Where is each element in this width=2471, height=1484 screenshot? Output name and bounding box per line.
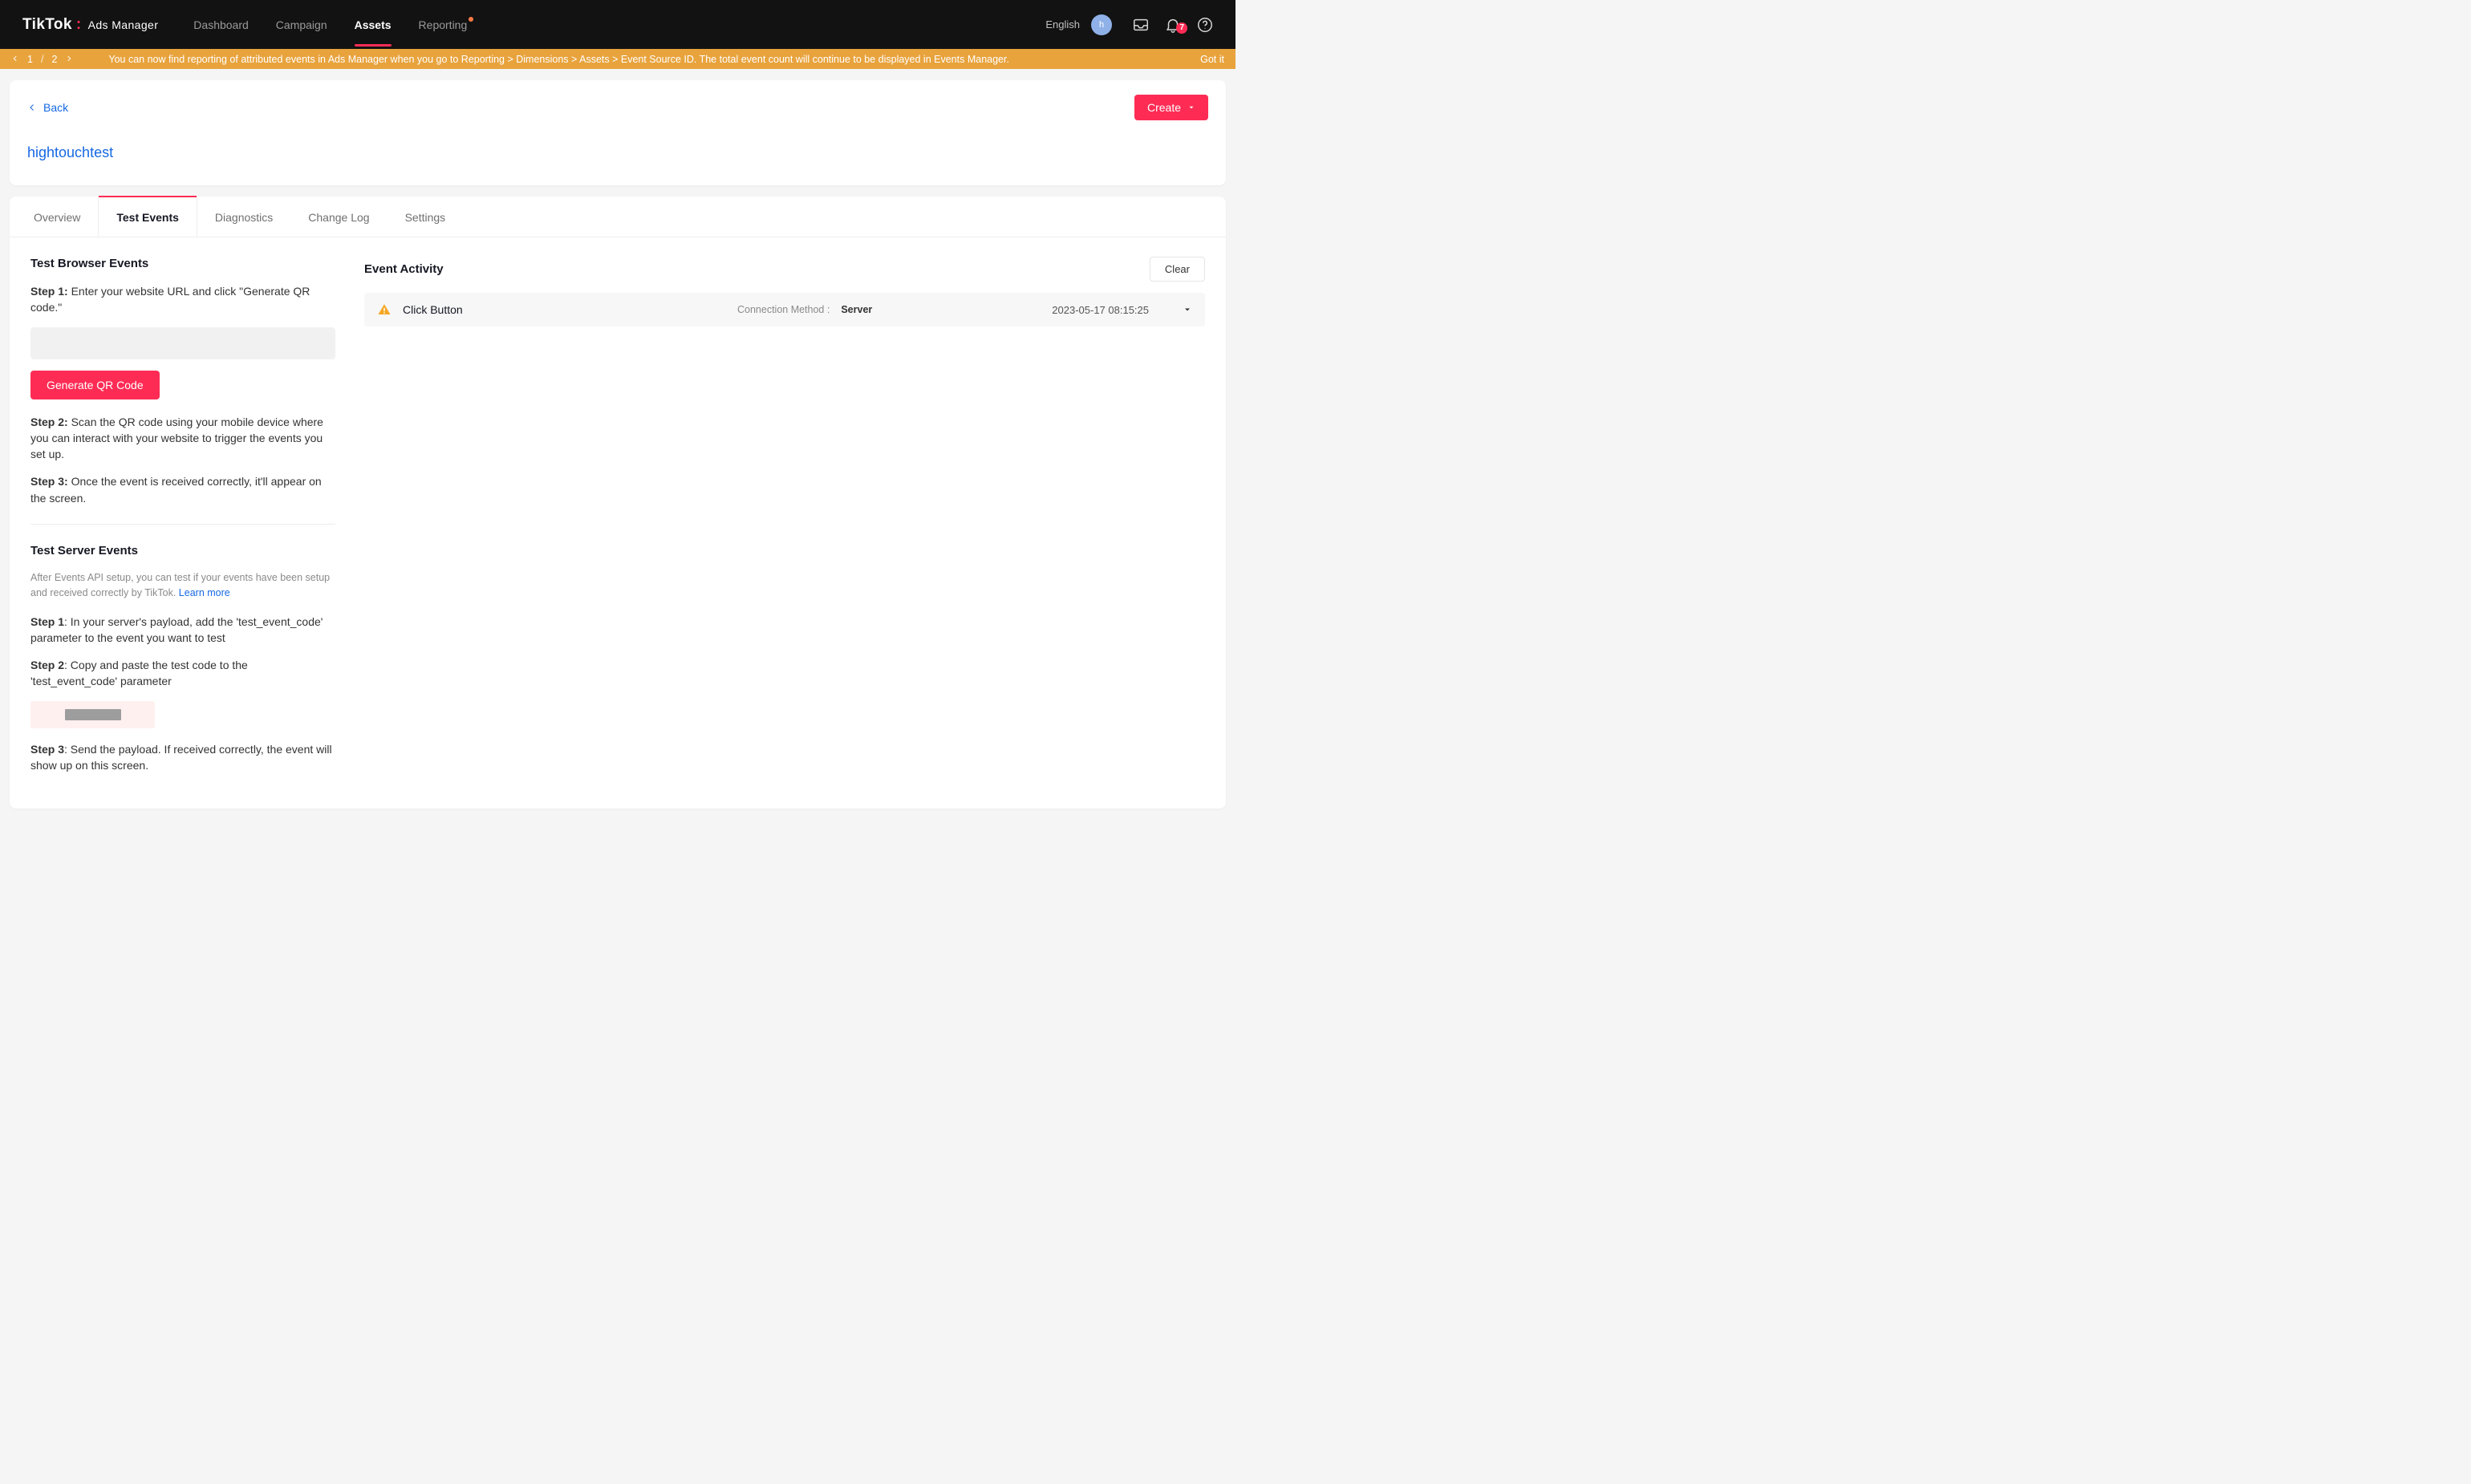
browser-step3-text: Once the event is received correctly, it… — [30, 475, 322, 504]
caret-down-icon — [1187, 103, 1195, 112]
server-section-desc: After Events API setup, you can test if … — [30, 570, 335, 601]
announcement-dismiss[interactable]: Got it — [1200, 54, 1224, 65]
browser-step3-label: Step 3: — [30, 475, 71, 488]
tab-change-log[interactable]: Change Log — [290, 197, 387, 237]
pager-next-icon[interactable] — [65, 54, 73, 65]
nav-reporting[interactable]: Reporting — [419, 14, 473, 36]
browser-step1-label: Step 1: — [30, 285, 71, 298]
server-step-3: Step 3: Send the payload. If received co… — [30, 741, 335, 774]
event-row[interactable]: Click Button Connection Method : Server … — [364, 293, 1205, 326]
nav-reporting-label: Reporting — [419, 18, 468, 31]
browser-step2-label: Step 2: — [30, 416, 71, 428]
announcement-pager: 1 / 2 — [11, 54, 73, 65]
pager-total: 2 — [51, 54, 57, 65]
server-step-1: Step 1: In your server's payload, add th… — [30, 614, 335, 647]
bell-icon[interactable]: 7 — [1157, 16, 1189, 34]
back-label: Back — [43, 101, 68, 114]
help-icon[interactable] — [1189, 16, 1221, 34]
browser-step-1: Step 1: Enter your website URL and click… — [30, 283, 335, 316]
event-name: Click Button — [403, 303, 463, 316]
server-step-2: Step 2: Copy and paste the test code to … — [30, 657, 335, 690]
inbox-icon[interactable] — [1125, 16, 1157, 34]
divider — [30, 524, 335, 525]
test-event-code-redacted — [65, 709, 121, 720]
tab-settings-label: Settings — [405, 211, 446, 224]
browser-step2-text: Scan the QR code using your mobile devic… — [30, 416, 323, 461]
brand-name: TikTok — [22, 16, 72, 34]
announcement-bar: 1 / 2 You can now find reporting of attr… — [0, 49, 1236, 69]
pager-prev-icon[interactable] — [11, 54, 19, 65]
nav-campaign-label: Campaign — [276, 18, 327, 31]
pager-current: 1 — [27, 54, 33, 65]
tab-row: Overview Test Events Diagnostics Change … — [10, 197, 1226, 237]
language-select[interactable]: English — [1045, 18, 1080, 30]
brand-colon: : — [76, 16, 82, 34]
create-label: Create — [1147, 101, 1181, 114]
tab-overview-label: Overview — [34, 211, 80, 224]
tab-settings[interactable]: Settings — [387, 197, 464, 237]
server-step3-text: : Send the payload. If received correctl… — [30, 743, 332, 772]
server-step1-text: : In your server's payload, add the 'tes… — [30, 615, 323, 644]
clear-button[interactable]: Clear — [1150, 257, 1205, 282]
avatar[interactable]: h — [1091, 14, 1112, 35]
nav-items: Dashboard Campaign Assets Reporting — [193, 14, 472, 36]
tab-diagnostics-label: Diagnostics — [215, 211, 273, 224]
connection-method-value: Server — [841, 304, 872, 315]
learn-more-link[interactable]: Learn more — [179, 587, 230, 598]
nav-assets[interactable]: Assets — [355, 14, 392, 36]
server-step1-label: Step 1 — [30, 615, 64, 628]
nav-assets-label: Assets — [355, 18, 392, 31]
warning-icon — [377, 302, 392, 317]
nav-reporting-dot-icon — [469, 17, 473, 22]
browser-step-2: Step 2: Scan the QR code using your mobi… — [30, 414, 335, 463]
event-time: 2023-05-17 08:15:25 — [1052, 304, 1149, 316]
server-step2-label: Step 2 — [30, 659, 64, 671]
expand-caret-icon[interactable] — [1183, 305, 1192, 314]
url-input[interactable] — [30, 327, 335, 359]
nav-dashboard-label: Dashboard — [193, 18, 249, 31]
main-card: Overview Test Events Diagnostics Change … — [10, 197, 1226, 809]
nav-campaign[interactable]: Campaign — [276, 14, 327, 36]
event-activity-title: Event Activity — [364, 262, 444, 276]
browser-step-3: Step 3: Once the event is received corre… — [30, 473, 335, 506]
tab-change-log-label: Change Log — [308, 211, 369, 224]
notification-badge: 7 — [1176, 22, 1187, 34]
browser-step1-text: Enter your website URL and click "Genera… — [30, 285, 310, 314]
browser-section-title: Test Browser Events — [30, 257, 335, 270]
header-card: Back Create hightouchtest — [10, 80, 1226, 185]
create-button[interactable]: Create — [1134, 95, 1208, 120]
brand-sub: Ads Manager — [88, 18, 159, 31]
server-step3-label: Step 3 — [30, 743, 64, 756]
back-link[interactable]: Back — [27, 101, 68, 114]
brand: TikTok: Ads Manager — [22, 16, 158, 34]
top-nav: TikTok: Ads Manager Dashboard Campaign A… — [0, 0, 1236, 49]
pager-sep: / — [41, 54, 43, 65]
chevron-left-icon — [27, 103, 37, 112]
right-pane: Event Activity Clear Click Button Connec… — [364, 257, 1205, 785]
tab-diagnostics[interactable]: Diagnostics — [197, 197, 290, 237]
connection-method-label: Connection Method : — [737, 304, 830, 315]
left-pane: Test Browser Events Step 1: Enter your w… — [30, 257, 335, 785]
test-event-code-box[interactable] — [30, 701, 155, 728]
nav-dashboard[interactable]: Dashboard — [193, 14, 249, 36]
server-section-title: Test Server Events — [30, 544, 335, 558]
entity-name[interactable]: hightouchtest — [27, 144, 1208, 161]
tab-test-events[interactable]: Test Events — [98, 197, 197, 237]
tab-test-events-label: Test Events — [116, 211, 179, 224]
announcement-text: You can now find reporting of attributed… — [108, 54, 1184, 65]
generate-qr-button[interactable]: Generate QR Code — [30, 371, 160, 399]
tab-overview[interactable]: Overview — [16, 197, 98, 237]
